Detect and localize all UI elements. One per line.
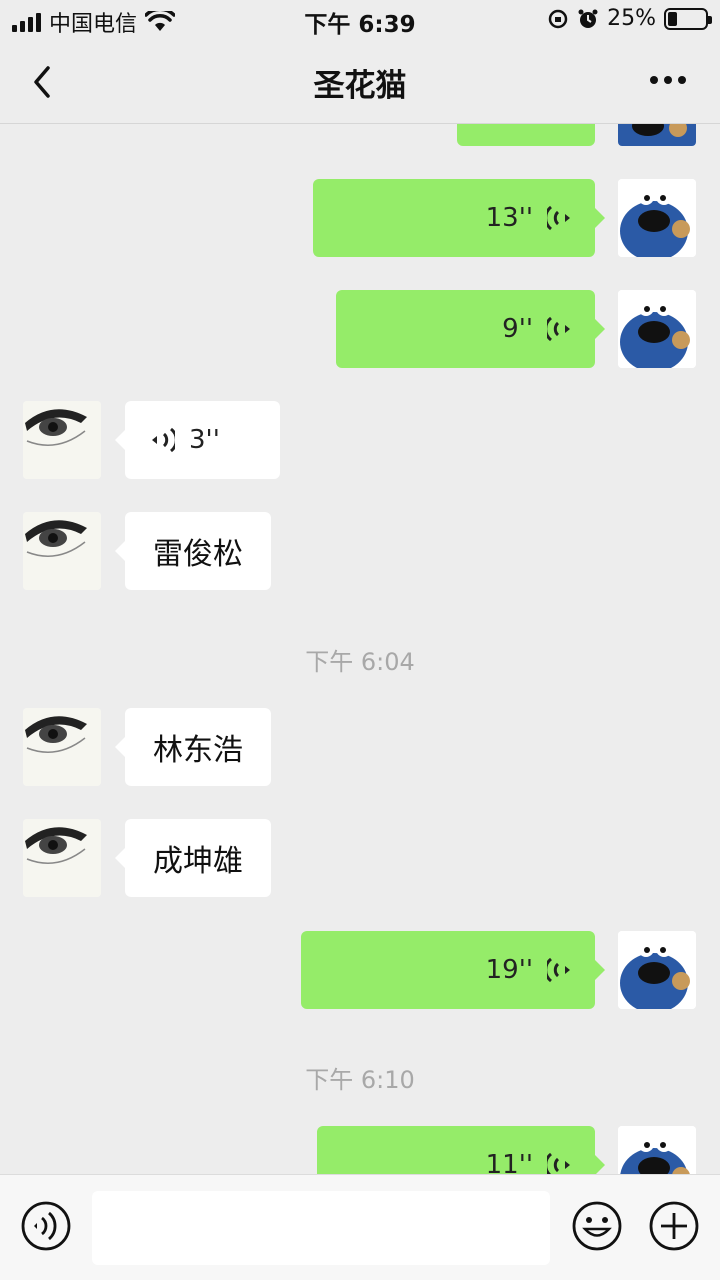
rotation-lock-icon xyxy=(548,9,568,28)
voice-bubble[interactable]: 9'' xyxy=(336,290,605,368)
text-bubble[interactable]: 雷俊松 xyxy=(115,512,271,590)
contact-avatar[interactable] xyxy=(23,401,101,479)
more-dots-icon[interactable] xyxy=(650,76,686,84)
contact-avatar[interactable] xyxy=(23,512,101,590)
my-avatar[interactable] xyxy=(618,290,696,368)
voice-play-icon xyxy=(547,957,570,983)
message-row: 11'' xyxy=(0,1126,720,1174)
voice-duration: 3'' xyxy=(189,425,220,455)
voice-bubble[interactable]: 13'' xyxy=(313,179,605,257)
my-avatar[interactable] xyxy=(618,179,696,257)
text-bubble[interactable]: 成坤雄 xyxy=(115,819,271,897)
contact-avatar[interactable] xyxy=(23,708,101,786)
message-row: 19'' xyxy=(0,931,720,1009)
message-row: 9'' xyxy=(0,290,720,368)
plus-icon[interactable] xyxy=(648,1200,700,1252)
message-text: 林东浩 xyxy=(153,733,243,768)
message-input[interactable] xyxy=(92,1191,550,1265)
my-avatar[interactable] xyxy=(618,931,696,1009)
voice-bubble[interactable] xyxy=(457,124,595,146)
message-row: 雷俊松 xyxy=(0,512,720,590)
nav-bar: 圣花猫 xyxy=(0,40,720,124)
voice-duration: 13'' xyxy=(485,203,533,233)
battery-icon xyxy=(664,7,712,30)
voice-bubble[interactable]: 3'' xyxy=(115,401,280,479)
emoji-icon[interactable] xyxy=(571,1200,623,1252)
time-separator: 下午 6:04 xyxy=(305,648,415,676)
chat-history[interactable]: 13'' 9'' 3'' 雷俊松 下午 6:04 林东浩 成坤雄 19'' 下午… xyxy=(0,124,720,1174)
alarm-icon xyxy=(578,9,598,28)
text-bubble[interactable]: 林东浩 xyxy=(115,708,271,786)
my-avatar[interactable] xyxy=(618,1126,696,1174)
status-bar: 中国电信 下午 6:39 25% xyxy=(0,0,720,40)
input-bar xyxy=(0,1174,720,1280)
message-partial-top xyxy=(0,124,720,146)
voice-play-icon xyxy=(152,427,175,453)
voice-bubble[interactable]: 11'' xyxy=(317,1126,605,1174)
message-row: 成坤雄 xyxy=(0,819,720,897)
status-right: 25% xyxy=(547,6,712,31)
voice-mode-icon[interactable] xyxy=(20,1200,72,1252)
battery-level xyxy=(668,11,677,26)
time-separator: 下午 6:10 xyxy=(305,1066,415,1094)
battery-percent: 25% xyxy=(607,6,656,31)
message-row: 3'' xyxy=(0,401,720,479)
message-row: 13'' xyxy=(0,179,720,257)
voice-play-icon xyxy=(547,1152,570,1174)
voice-play-icon xyxy=(547,205,570,231)
my-avatar[interactable] xyxy=(618,124,696,146)
voice-duration: 9'' xyxy=(502,314,533,344)
voice-bubble[interactable]: 19'' xyxy=(301,931,605,1009)
contact-avatar[interactable] xyxy=(23,819,101,897)
message-text: 成坤雄 xyxy=(153,844,243,879)
message-row: 林东浩 xyxy=(0,708,720,786)
voice-duration: 19'' xyxy=(485,955,533,985)
voice-duration: 11'' xyxy=(485,1150,533,1174)
message-text: 雷俊松 xyxy=(153,537,243,572)
voice-play-icon xyxy=(547,316,570,342)
chat-title: 圣花猫 xyxy=(313,68,407,104)
